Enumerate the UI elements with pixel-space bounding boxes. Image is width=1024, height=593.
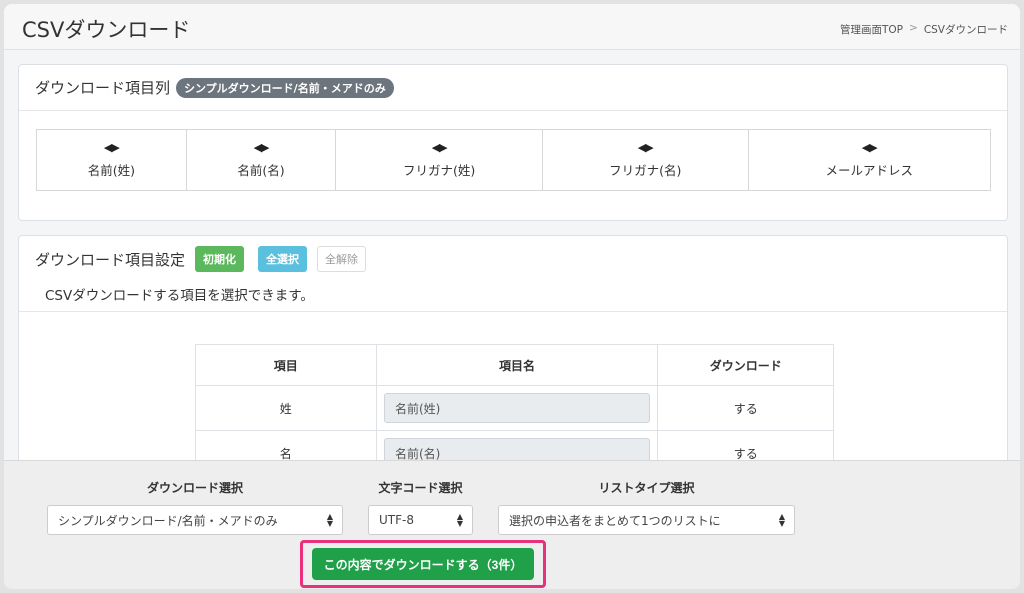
download-type-badge: シンプルダウンロード/名前・メアドのみ <box>176 77 394 98</box>
download-button-highlight: この内容でダウンロードする（3件） <box>300 540 546 588</box>
column-label: フリガナ(名) <box>609 163 682 178</box>
item-cell: 姓 <box>195 385 377 431</box>
column-item[interactable]: ◀▶ 名前(姓) <box>37 130 187 190</box>
left-right-arrows-icon: ◀▶ <box>637 141 654 154</box>
download-select[interactable]: シンプルダウンロード/名前・メアドのみ ▲ ▼ <box>47 505 343 535</box>
encoding-select-label: 文字コード選択 <box>378 481 463 495</box>
list-type-select-value: 選択の申込者をまとめて1つのリストに <box>509 513 721 528</box>
encoding-select[interactable]: UTF-8 ▲ ▼ <box>368 505 473 535</box>
download-items-table: 項目 項目名 ダウンロード 姓 する 名 <box>195 344 834 476</box>
reset-button[interactable]: 初期化 <box>195 246 245 272</box>
item-name-cell <box>375 385 659 431</box>
download-footer-bar: ダウンロード選択 シンプルダウンロード/名前・メアドのみ ▲ ▼ 文字コード選択 … <box>4 460 1020 589</box>
column-header-item-name: 項目名 <box>375 344 659 386</box>
breadcrumb-current: CSVダウンロード <box>923 24 1008 36</box>
column-label: メールアドレス <box>825 163 913 178</box>
page-title: CSVダウンロード <box>22 18 191 42</box>
top-bar: CSVダウンロード 管理画面TOP > CSVダウンロード <box>4 4 1020 50</box>
left-right-arrows-icon: ◀▶ <box>861 141 878 154</box>
left-right-arrows-icon: ◀▶ <box>431 141 448 154</box>
left-right-arrows-icon: ◀▶ <box>253 141 270 154</box>
breadcrumb-separator: > <box>909 22 918 34</box>
download-settings-title: ダウンロード項目設定 <box>35 250 186 269</box>
select-arrows-icon: ▲ ▼ <box>326 512 333 528</box>
download-columns-title: ダウンロード項目列 <box>35 79 171 97</box>
column-header-item: 項目 <box>195 344 377 386</box>
column-order-list: ◀▶ 名前(姓) ◀▶ 名前(名) ◀▶ フリガナ(姓) ◀▶ フリガナ(名) … <box>36 129 991 191</box>
column-item[interactable]: ◀▶ フリガナ(名) <box>543 130 749 190</box>
column-label: フリガナ(姓) <box>403 163 476 178</box>
encoding-select-value: UTF-8 <box>379 513 414 527</box>
download-columns-card: ダウンロード項目列 シンプルダウンロード/名前・メアドのみ ◀▶ 名前(姓) ◀… <box>18 64 1008 221</box>
download-settings-header: ダウンロード項目設定 初期化 全選択 全解除 CSVダウンロードする項目を選択で… <box>19 236 1007 312</box>
download-cell[interactable]: する <box>657 385 834 431</box>
breadcrumb: 管理画面TOP > CSVダウンロード <box>840 22 1008 37</box>
download-select-value: シンプルダウンロード/名前・メアドのみ <box>58 513 278 528</box>
list-type-select-label: リストタイプ選択 <box>598 481 695 495</box>
settings-description: CSVダウンロードする項目を選択できます。 <box>45 288 314 304</box>
select-arrows-icon: ▲ ▼ <box>778 512 785 528</box>
column-label: 名前(姓) <box>87 163 135 178</box>
column-item[interactable]: ◀▶ 名前(名) <box>187 130 337 190</box>
select-arrows-icon: ▲ ▼ <box>456 512 463 528</box>
deselect-all-button[interactable]: 全解除 <box>317 246 367 272</box>
breadcrumb-home-link[interactable]: 管理画面TOP <box>840 22 903 37</box>
table-header-row: 項目 項目名 ダウンロード <box>195 344 834 386</box>
column-item[interactable]: ◀▶ フリガナ(姓) <box>336 130 543 190</box>
download-button[interactable]: この内容でダウンロードする（3件） <box>312 548 534 580</box>
left-right-arrows-icon: ◀▶ <box>103 141 120 154</box>
column-item[interactable]: ◀▶ メールアドレス <box>749 130 990 190</box>
app-frame: CSVダウンロード 管理画面TOP > CSVダウンロード ダウンロード項目列 … <box>4 4 1020 589</box>
download-select-label: ダウンロード選択 <box>146 481 243 495</box>
table-row: 姓 する <box>195 385 834 431</box>
list-type-select[interactable]: 選択の申込者をまとめて1つのリストに ▲ ▼ <box>498 505 795 535</box>
item-name-input[interactable] <box>383 393 650 423</box>
column-header-download: ダウンロード <box>657 344 834 386</box>
select-all-button[interactable]: 全選択 <box>258 246 308 272</box>
download-columns-header: ダウンロード項目列 シンプルダウンロード/名前・メアドのみ <box>19 65 1007 111</box>
column-label: 名前(名) <box>237 163 285 178</box>
